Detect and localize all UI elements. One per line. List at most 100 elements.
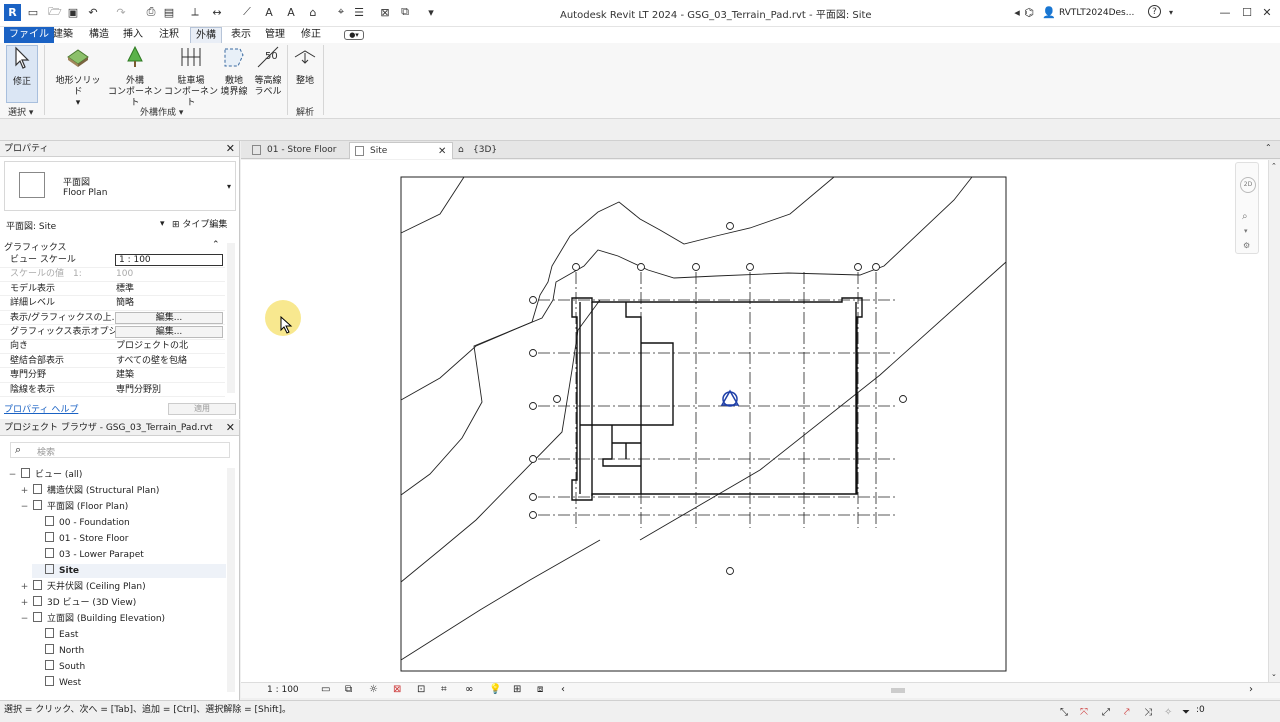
edit-property-button[interactable]: 編集... bbox=[115, 311, 223, 324]
close-tab-icon[interactable]: ✕ bbox=[438, 143, 446, 160]
property-row[interactable]: 向き プロジェクトの北 bbox=[0, 339, 225, 354]
browser-scrollbar[interactable] bbox=[227, 468, 235, 692]
redo-icon[interactable]: ↷ bbox=[114, 5, 128, 19]
tree-toggle-icon[interactable]: − bbox=[20, 612, 29, 626]
tree-node[interactable]: 03 - Lower Parapet bbox=[32, 548, 144, 562]
property-row[interactable]: 陰線を表示 専門分野別 bbox=[0, 383, 225, 398]
user-name[interactable]: RVTLT2024Des... bbox=[1059, 8, 1134, 18]
create-panel-label[interactable]: 外構作成 ▾ bbox=[140, 105, 183, 118]
property-row[interactable]: ビュー スケール 1 : 100 bbox=[0, 253, 225, 268]
text-A-icon[interactable]: A bbox=[284, 5, 298, 19]
view-selector[interactable]: 平面図: Site ▾ bbox=[6, 219, 166, 232]
worksharing-icon[interactable]: ⤡ bbox=[1060, 704, 1068, 722]
drag-elements-icon[interactable]: ✧ bbox=[1164, 704, 1172, 722]
type-dropdown-icon[interactable]: ▾ bbox=[227, 182, 231, 191]
close-browser-icon[interactable]: ✕ bbox=[226, 420, 235, 436]
section-icon[interactable]: ⌖ bbox=[334, 5, 348, 19]
sync-icon[interactable]: ▤ bbox=[162, 5, 176, 19]
view-scale[interactable]: 1 : 100 bbox=[267, 685, 299, 695]
graded-region-button[interactable]: 整地 bbox=[290, 45, 320, 87]
label-contours-button[interactable]: 50 等高線 ラベル bbox=[252, 45, 284, 98]
shadows-icon[interactable]: ⊠ bbox=[393, 684, 401, 695]
browser-search[interactable]: ⌕ 検索 bbox=[10, 442, 230, 458]
tree-toggle-icon[interactable]: − bbox=[20, 500, 29, 514]
properties-scrollbar[interactable] bbox=[227, 243, 235, 393]
graphics-section-header[interactable]: グラフィックス ⌃ bbox=[4, 240, 220, 253]
tab-annotate[interactable]: 注釈 bbox=[154, 27, 184, 43]
tab-modify[interactable]: 修正 bbox=[296, 27, 326, 43]
canvas-vertical-scrollbar[interactable]: ⌃ ⌄ bbox=[1268, 160, 1280, 682]
tab-insert[interactable]: 挿入 bbox=[118, 27, 148, 43]
sun-path-icon[interactable]: ☼ bbox=[369, 684, 378, 695]
home-icon[interactable]: ▭ bbox=[26, 5, 40, 19]
property-row[interactable]: 壁結合部表示 すべての壁を包絡 bbox=[0, 354, 225, 369]
close-window-icon[interactable]: ✕ bbox=[1260, 5, 1274, 19]
property-line-button[interactable]: 敷地 境界線 bbox=[218, 45, 250, 98]
tab-3d[interactable]: ⌂ {3D} bbox=[453, 142, 513, 159]
minimize-icon[interactable]: — bbox=[1218, 5, 1232, 19]
edit-property-button[interactable]: 編集... bbox=[115, 326, 223, 338]
hscroll-left-icon[interactable]: ‹ bbox=[561, 684, 565, 695]
tab-structure[interactable]: 構造 bbox=[84, 27, 114, 43]
detail-level-icon[interactable]: ▭ bbox=[321, 684, 330, 695]
default-3d-icon[interactable]: ⌂ bbox=[306, 5, 320, 19]
drawing-canvas[interactable]: 2D ⌕ ▾ ⚙ bbox=[241, 160, 1268, 682]
crop-view-icon[interactable]: ⊡ bbox=[417, 684, 425, 695]
tree-node[interactable]: + 天井伏図 (Ceiling Plan) bbox=[20, 580, 146, 594]
view-scale-field[interactable]: 1 : 100 bbox=[115, 254, 223, 266]
tree-toggle-icon[interactable]: + bbox=[20, 580, 29, 594]
tree-node[interactable]: +3D ビュー (3D View) bbox=[20, 596, 136, 610]
select-links-icon[interactable]: ⤧ bbox=[1080, 704, 1088, 722]
tree-node[interactable]: North bbox=[32, 644, 84, 658]
help-dropdown-icon[interactable]: ▾ bbox=[1164, 5, 1178, 19]
thin-lines-icon[interactable]: ☰ bbox=[352, 5, 366, 19]
close-hidden-icon[interactable]: ⊠ bbox=[378, 5, 392, 19]
close-properties-icon[interactable]: ✕ bbox=[226, 141, 235, 157]
help-icon[interactable]: ? bbox=[1148, 5, 1161, 18]
tab-overflow-icon[interactable]: ⌃ bbox=[1265, 143, 1272, 152]
customize-icon[interactable]: ▾ bbox=[424, 5, 438, 19]
zoom-icon[interactable]: ⌕ bbox=[1242, 211, 1248, 222]
analytical-model-icon[interactable]: ⊞ bbox=[513, 684, 521, 695]
select-panel-label[interactable]: 選択 ▾ bbox=[8, 105, 33, 118]
revit-logo-icon[interactable]: R bbox=[4, 4, 21, 21]
switch-windows-icon[interactable]: ⧉ bbox=[398, 5, 412, 19]
tab-site[interactable]: 外構 bbox=[190, 27, 222, 43]
tree-node[interactable]: + 構造伏図 (Structural Plan) bbox=[20, 484, 159, 498]
select-pinned-icon[interactable]: ⤤ bbox=[1124, 704, 1130, 722]
tree-toggle-icon[interactable]: − bbox=[8, 468, 17, 482]
horizontal-scroll-thumb[interactable] bbox=[891, 688, 905, 693]
user-icon[interactable]: 👤 bbox=[1042, 5, 1056, 19]
scroll-down-icon[interactable]: ⌄ bbox=[1271, 670, 1277, 678]
binoculars-icon[interactable]: ⌬ bbox=[1022, 5, 1036, 19]
tab-manage[interactable]: 管理 bbox=[260, 27, 290, 43]
site-component-button[interactable]: 外構 コンポーネント bbox=[108, 45, 162, 109]
property-row[interactable]: スケールの値 1: 100 bbox=[0, 267, 225, 282]
highlight-displacement-icon[interactable]: ⧈ bbox=[537, 684, 543, 695]
zoom-dropdown-icon[interactable]: ▾ bbox=[1244, 227, 1248, 235]
print-icon[interactable]: ⎙ bbox=[144, 5, 158, 19]
hscroll-right-icon[interactable]: › bbox=[1249, 684, 1253, 695]
edit-type-button[interactable]: ⊞ タイプ編集 bbox=[172, 217, 227, 230]
property-row[interactable]: 表示/グラフィックスの上... 編集... bbox=[0, 311, 225, 326]
tree-node[interactable]: South bbox=[32, 660, 85, 674]
temporary-hide-icon[interactable]: ∞ bbox=[465, 684, 473, 695]
visual-style-icon[interactable]: ⧉ bbox=[345, 684, 352, 695]
save-icon[interactable]: ▣ bbox=[66, 5, 80, 19]
select-by-face-icon[interactable]: ⤨ bbox=[1144, 704, 1152, 722]
tree-toggle-icon[interactable]: + bbox=[20, 596, 29, 610]
tree-node[interactable]: − 立面図 (Building Elevation) bbox=[20, 612, 165, 626]
tree-node[interactable]: − 平面図 (Floor Plan) bbox=[20, 500, 128, 514]
property-row[interactable]: 詳細レベル 簡略 bbox=[0, 296, 225, 311]
tab-architecture[interactable]: 建築 bbox=[48, 27, 78, 43]
filter-icon[interactable]: ⏷ bbox=[1182, 704, 1190, 722]
navcube-2d-icon[interactable]: 2D bbox=[1240, 177, 1256, 193]
scroll-up-icon[interactable]: ⌃ bbox=[1271, 162, 1277, 170]
modify-button[interactable]: 修正 bbox=[6, 45, 38, 103]
tag-icon[interactable]: ⟋ bbox=[240, 5, 254, 19]
apply-button[interactable]: 適用 bbox=[168, 403, 236, 415]
property-row[interactable]: グラフィックス表示オプション 編集... bbox=[0, 325, 225, 340]
search-placeholder[interactable]: 検索 bbox=[37, 445, 55, 458]
parking-component-button[interactable]: 駐車場 コンポーネント bbox=[164, 45, 218, 109]
tab-01-store-floor[interactable]: 01 - Store Floor bbox=[247, 142, 345, 159]
